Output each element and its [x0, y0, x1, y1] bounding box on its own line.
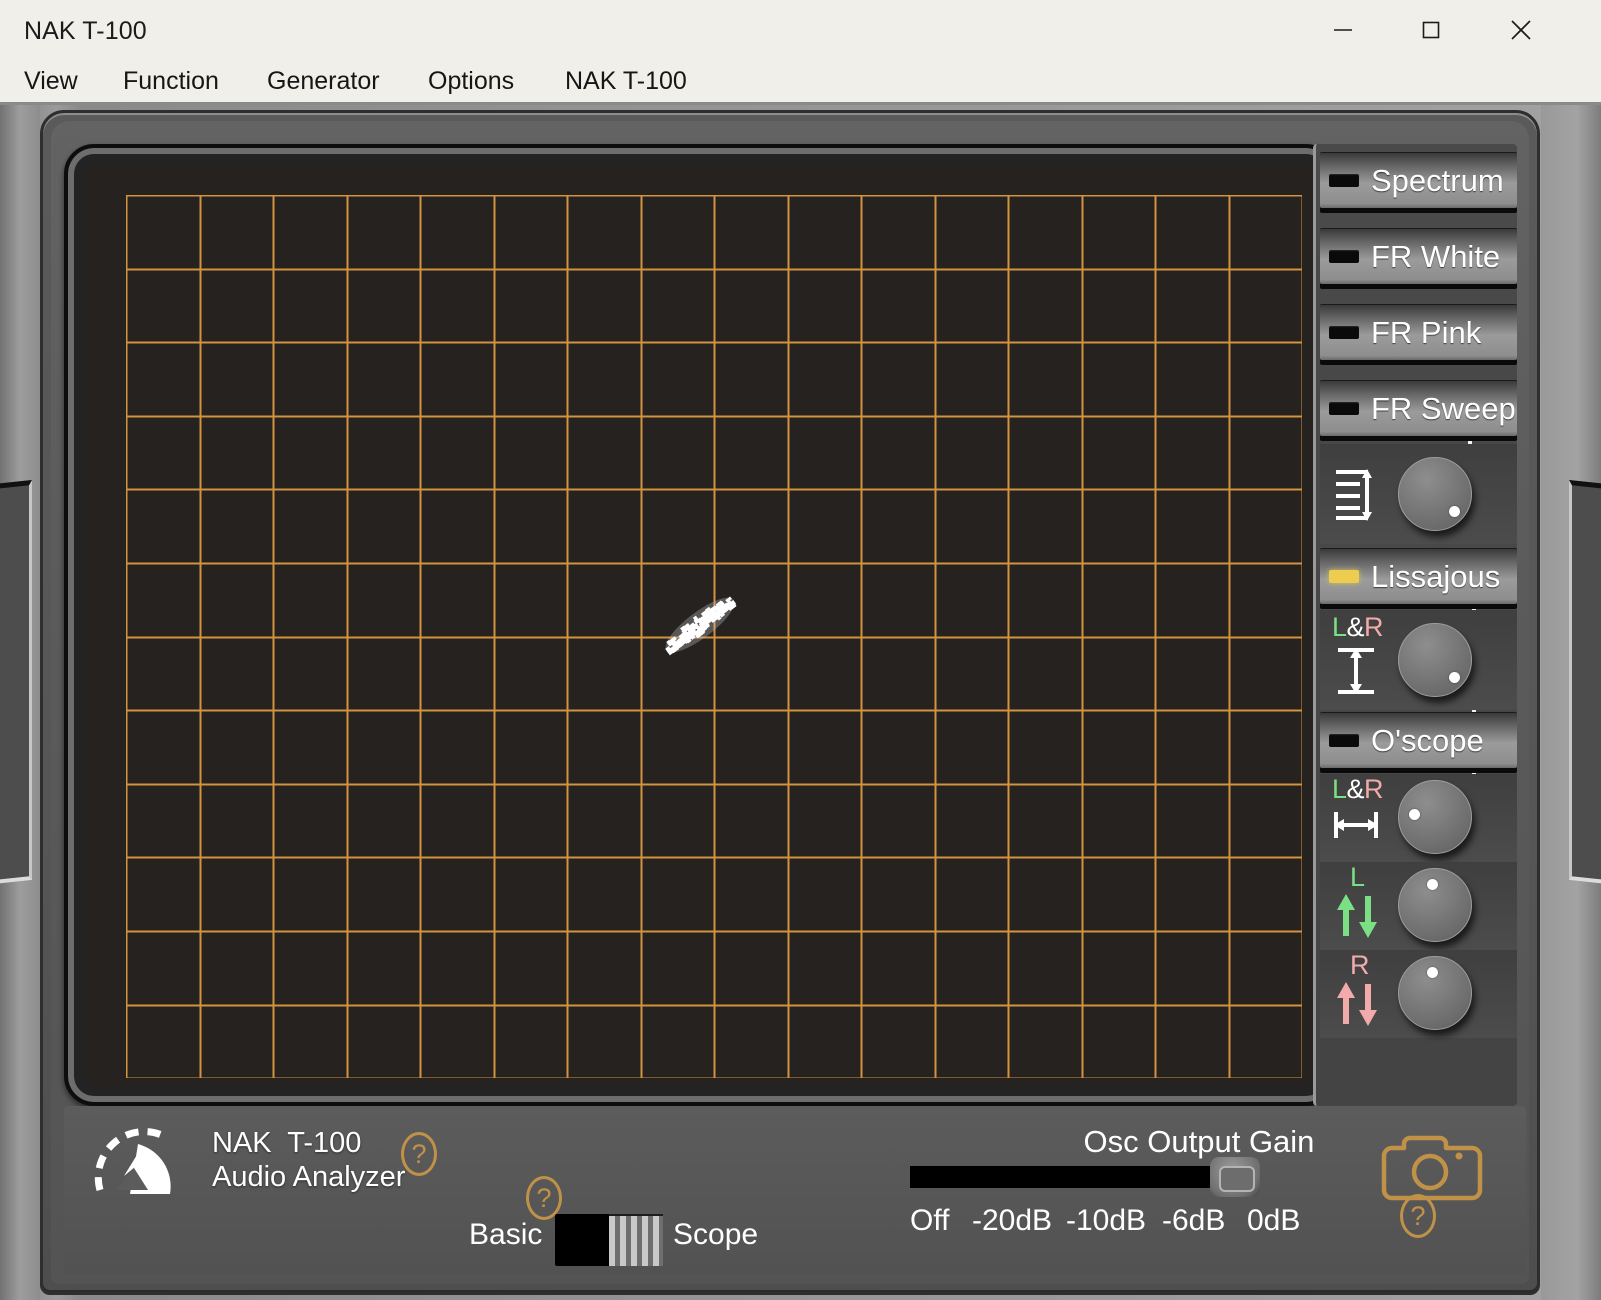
knob-row-scope-right-gain: R	[1320, 950, 1517, 1038]
toggle-track[interactable]	[555, 1214, 663, 1266]
lissajous-trace	[665, 596, 737, 656]
mode-button-fr-white-label: FR White	[1371, 238, 1501, 274]
maximize-button[interactable]	[1388, 0, 1474, 60]
updown-arrows-icon-right	[1337, 982, 1377, 1026]
scope-bezel	[64, 144, 1336, 1106]
knob-indicator-dot	[1449, 506, 1460, 517]
mode-button-fr-pink-label: FR Pink	[1371, 314, 1482, 350]
mode-button-spectrum-label: Spectrum	[1371, 162, 1504, 198]
left-panel-handle[interactable]	[0, 480, 32, 884]
menu-item-view[interactable]: View	[24, 62, 78, 104]
updown-arrows-icon-left	[1337, 894, 1377, 938]
menu-item-options[interactable]: Options	[428, 62, 514, 104]
knob-scope-timebase[interactable]	[1398, 780, 1472, 854]
knob-indicator-dot	[1427, 967, 1438, 978]
scope-screen[interactable]	[84, 164, 1316, 1086]
knob-scope-right-gain[interactable]	[1398, 956, 1472, 1030]
mode-control-strip: Spectrum FR White FR Pink FR Sweep Lissa…	[1313, 144, 1517, 1106]
toggle-label-basic[interactable]: Basic	[469, 1218, 542, 1252]
nak-t100-window: NAK T-100 View Function Generator Option…	[0, 0, 1601, 1300]
led-spectrum	[1329, 174, 1359, 187]
mode-button-spectrum[interactable]: Spectrum	[1320, 152, 1517, 208]
mode-button-fr-sweep-label: FR Sweep	[1371, 390, 1516, 426]
gain-tick-6db: -6dB	[1162, 1204, 1226, 1237]
camera-icon[interactable]	[1374, 1124, 1486, 1202]
knob-row-scope-left-gain: L	[1320, 862, 1517, 950]
vertical-arrow-icon	[1338, 648, 1374, 694]
toggle-thumb[interactable]	[609, 1214, 663, 1266]
knob-indicator-dot	[1409, 809, 1420, 820]
gain-tick-off: Off	[910, 1204, 950, 1237]
knob-scope-left-gain[interactable]	[1398, 868, 1472, 942]
scope-left-channel-label: L	[1350, 862, 1365, 892]
brand-label: NAK T-100 Audio Analyzer	[212, 1127, 406, 1193]
right-panel-handle[interactable]	[1569, 480, 1601, 884]
menu-item-generator[interactable]: Generator	[267, 62, 380, 104]
mode-button-oscope[interactable]: O'scope	[1320, 712, 1517, 768]
scope-timebase-channel-label: L&R	[1332, 774, 1384, 804]
led-lissajous	[1329, 570, 1359, 583]
led-oscope	[1329, 734, 1359, 747]
device-area: Spectrum FR White FR Pink FR Sweep Lissa…	[0, 105, 1601, 1300]
toggle-label-scope[interactable]: Scope	[673, 1218, 758, 1252]
knob-fr-scale[interactable]	[1398, 457, 1472, 531]
menu-bar: View Function Generator Options NAK T-10…	[0, 62, 1601, 104]
mode-button-lissajous[interactable]: Lissajous	[1320, 548, 1517, 604]
menu-item-function[interactable]: Function	[123, 62, 219, 104]
knob-indicator-dot	[1427, 879, 1438, 890]
mode-button-fr-white[interactable]: FR White	[1320, 228, 1517, 284]
mode-button-fr-pink[interactable]: FR Pink	[1320, 304, 1517, 360]
window-title: NAK T-100	[24, 17, 147, 45]
osc-output-gain-thumb[interactable]	[1210, 1157, 1260, 1197]
camera-help-button[interactable]: ?	[1400, 1194, 1436, 1238]
minimize-icon	[1334, 29, 1352, 31]
osc-output-gain-track[interactable]	[910, 1166, 1230, 1188]
mode-button-fr-sweep[interactable]: FR Sweep	[1320, 380, 1517, 436]
gauge-meter-icon	[94, 1128, 171, 1194]
device-chassis: Spectrum FR White FR Pink FR Sweep Lissa…	[40, 110, 1540, 1295]
bottom-control-panel: NAK T-100 Audio Analyzer ? ? Basic Scope…	[64, 1106, 1526, 1274]
mode-button-lissajous-label: Lissajous	[1371, 558, 1501, 594]
close-icon	[1511, 20, 1531, 40]
gain-tick-10db: -10dB	[1066, 1204, 1147, 1237]
osc-output-gain-title: Osc Output Gain	[1083, 1124, 1315, 1159]
horizontal-arrow-icon	[1334, 812, 1378, 838]
device-chassis-inner: Spectrum FR White FR Pink FR Sweep Lissa…	[51, 121, 1529, 1284]
knob-row-scope-timebase: L&R	[1320, 774, 1517, 862]
led-fr-white	[1329, 250, 1359, 263]
knob-lissajous-gain[interactable]	[1398, 623, 1472, 697]
bars-vertical-arrow-icon	[1336, 469, 1372, 521]
lissajous-channel-label: L&R	[1332, 612, 1384, 642]
title-bar: NAK T-100	[0, 0, 1601, 62]
close-button[interactable]	[1478, 0, 1564, 60]
led-fr-pink	[1329, 326, 1359, 339]
brand-help-button[interactable]: ?	[401, 1132, 437, 1176]
knob-row-lissajous-gain: L&R	[1320, 610, 1517, 710]
knob-row-fr-scale	[1320, 444, 1517, 544]
minimize-button[interactable]	[1300, 0, 1386, 60]
maximize-icon	[1422, 21, 1440, 39]
gain-tick-0db: 0dB	[1247, 1204, 1301, 1237]
mode-button-oscope-label: O'scope	[1371, 722, 1484, 758]
knob-indicator-dot	[1449, 672, 1460, 683]
menu-item-nak-t100[interactable]: NAK T-100	[565, 62, 687, 104]
led-fr-sweep	[1329, 402, 1359, 415]
gain-tick-20db: -20dB	[972, 1204, 1053, 1237]
scope-right-channel-label: R	[1350, 950, 1370, 980]
